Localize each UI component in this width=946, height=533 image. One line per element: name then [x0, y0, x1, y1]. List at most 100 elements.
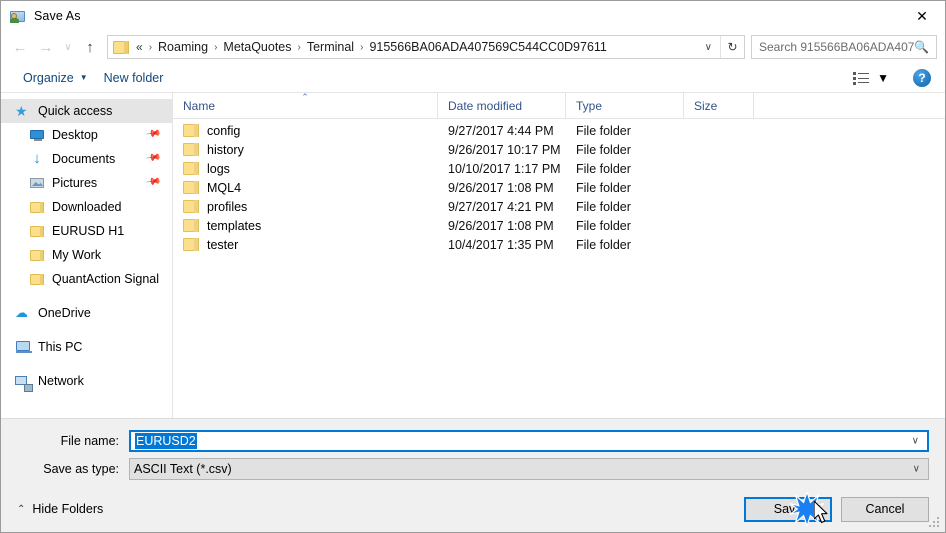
sort-ascending-icon: ⌃	[301, 91, 309, 102]
file-name: tester	[207, 237, 239, 252]
sidebar-item-network[interactable]: Network	[1, 369, 172, 393]
folder-icon	[29, 247, 45, 263]
file-name-row: File name: EURUSD2 ∨	[17, 430, 929, 452]
cloud-icon: ☁	[15, 305, 28, 320]
table-row[interactable]: config 9/27/2017 4:44 PM File folder	[173, 121, 945, 140]
folder-icon	[183, 143, 199, 156]
table-row[interactable]: tester 10/4/2017 1:35 PM File folder	[173, 235, 945, 254]
folder-icon	[29, 223, 45, 239]
save-as-type-value: ASCII Text (*.csv)	[134, 462, 232, 476]
table-row[interactable]: profiles 9/27/2017 4:21 PM File folder	[173, 197, 945, 216]
hide-folders-button[interactable]: ⌃ Hide Folders	[17, 502, 103, 516]
table-row[interactable]: history 9/26/2017 10:17 PM File folder	[173, 140, 945, 159]
organize-button[interactable]: Organize ▼	[15, 68, 96, 88]
sidebar-item-my-work[interactable]: My Work	[1, 243, 172, 267]
file-date: 9/26/2017 1:08 PM	[448, 218, 554, 233]
folder-icon	[183, 162, 199, 175]
close-icon[interactable]: ✕	[899, 1, 945, 31]
folder-icon	[29, 199, 45, 215]
new-folder-button[interactable]: New folder	[96, 68, 172, 88]
file-type: File folder	[576, 199, 631, 214]
file-name: MQL4	[207, 180, 242, 195]
save-button[interactable]: Save	[744, 496, 832, 522]
pin-icon[interactable]: 📌	[145, 174, 162, 190]
sidebar-item-label: Quick access	[38, 104, 113, 118]
chevron-down-icon[interactable]: ∨	[701, 42, 720, 53]
file-name: logs	[207, 161, 230, 176]
column-header-type[interactable]: Type	[566, 92, 684, 119]
sidebar-item-quick-access[interactable]: ★ Quick access	[1, 99, 172, 123]
column-header-size[interactable]: Size	[684, 92, 754, 119]
file-date: 9/26/2017 1:08 PM	[448, 180, 554, 195]
file-name-label: File name:	[60, 434, 119, 448]
save-as-dialog: Save As ✕ ← → ∨ ↑ « › Roaming › MetaQuot…	[0, 0, 946, 533]
file-name-cell: tester	[173, 238, 438, 252]
sidebar-item-label: EURUSD H1	[52, 224, 125, 238]
breadcrumb-item-metaquotes[interactable]: MetaQuotes	[221, 40, 293, 54]
file-date: 10/10/2017 1:17 PM	[448, 161, 561, 176]
column-label: Type	[576, 98, 603, 113]
dialog-footer: ⌃ Hide Folders Save Cancel	[1, 486, 945, 532]
forward-icon[interactable]: →	[33, 35, 59, 59]
up-icon[interactable]: ↑	[77, 35, 103, 59]
sidebar-item-desktop[interactable]: Desktop 📌	[1, 123, 172, 147]
back-icon[interactable]: ←	[7, 35, 33, 59]
breadcrumb-separator: ›	[214, 41, 218, 53]
search-input[interactable]: Search 915566BA06ADA40756... 🔍	[751, 35, 937, 59]
pin-icon[interactable]: 📌	[145, 150, 162, 166]
breadcrumb-overflow[interactable]: «	[134, 40, 145, 54]
column-label: Date modified	[448, 98, 523, 113]
list-view-icon	[853, 71, 870, 85]
folder-icon	[113, 40, 129, 54]
resize-grip[interactable]	[929, 517, 941, 529]
sidebar-item-eurusd-h1[interactable]: EURUSD H1	[1, 219, 172, 243]
cancel-button[interactable]: Cancel	[841, 496, 929, 522]
window-title: Save As	[34, 9, 81, 23]
file-name-input[interactable]: EURUSD2 ∨	[129, 430, 929, 452]
file-date: 9/26/2017 10:17 PM	[448, 142, 561, 157]
file-date: 9/27/2017 4:21 PM	[448, 199, 554, 214]
sidebar-item-this-pc[interactable]: This PC	[1, 335, 172, 359]
recent-locations-icon[interactable]: ∨	[59, 35, 77, 59]
navigation-bar: ← → ∨ ↑ « › Roaming › MetaQuotes › Termi…	[1, 31, 945, 63]
sidebar-item-onedrive[interactable]: ☁ OneDrive	[1, 301, 172, 325]
command-bar: Organize ▼ New folder ▼ ?	[1, 63, 945, 93]
chevron-down-icon[interactable]: ∨	[913, 464, 920, 475]
folder-icon	[183, 238, 199, 251]
file-type: File folder	[576, 161, 631, 176]
chevron-down-icon[interactable]: ∨	[912, 436, 919, 447]
save-as-type-select[interactable]: ASCII Text (*.csv) ∨	[129, 458, 929, 480]
breadcrumb-item-terminal-id[interactable]: 915566BA06ADA407569C544CC0D97611	[367, 40, 608, 54]
refresh-icon[interactable]: ↻	[720, 36, 744, 58]
breadcrumb-item-roaming[interactable]: Roaming	[156, 40, 210, 54]
file-type: File folder	[576, 142, 631, 157]
file-type: File folder	[576, 123, 631, 138]
save-as-icon	[10, 8, 26, 24]
sidebar-item-downloaded[interactable]: Downloaded	[1, 195, 172, 219]
column-label: Size	[694, 98, 718, 113]
sidebar-item-documents[interactable]: ↓ Documents 📌	[1, 147, 172, 171]
breadcrumb-item-terminal[interactable]: Terminal	[305, 40, 356, 54]
sidebar-item-quantaction-signal[interactable]: QuantAction Signal	[1, 267, 172, 291]
change-view-button[interactable]: ▼	[847, 69, 895, 87]
table-row[interactable]: MQL4 9/26/2017 1:08 PM File folder	[173, 178, 945, 197]
save-form: File name: EURUSD2 ∨ Save as type: ASCII…	[1, 418, 945, 486]
file-name: history	[207, 142, 244, 157]
breadcrumb: « › Roaming › MetaQuotes › Terminal › 91…	[134, 40, 701, 54]
column-header-name[interactable]: ⌃ Name	[173, 91, 438, 119]
organize-label: Organize	[23, 70, 74, 85]
sidebar-item-pictures[interactable]: Pictures 📌	[1, 171, 172, 195]
folder-icon	[183, 124, 199, 137]
hide-folders-label: Hide Folders	[32, 502, 104, 516]
help-button[interactable]: ?	[913, 68, 931, 87]
chevron-up-icon: ⌃	[17, 503, 26, 515]
address-bar[interactable]: « › Roaming › MetaQuotes › Terminal › 91…	[107, 35, 745, 59]
table-row[interactable]: logs 10/10/2017 1:17 PM File folder	[173, 159, 945, 178]
pin-icon[interactable]: 📌	[145, 126, 162, 142]
file-date: 10/4/2017 1:35 PM	[448, 237, 554, 252]
sidebar-item-label: My Work	[52, 248, 102, 262]
table-row[interactable]: templates 9/26/2017 1:08 PM File folder	[173, 216, 945, 235]
column-header-date-modified[interactable]: Date modified	[438, 92, 566, 119]
file-type: File folder	[576, 218, 631, 233]
search-icon: 🔍	[914, 40, 929, 54]
